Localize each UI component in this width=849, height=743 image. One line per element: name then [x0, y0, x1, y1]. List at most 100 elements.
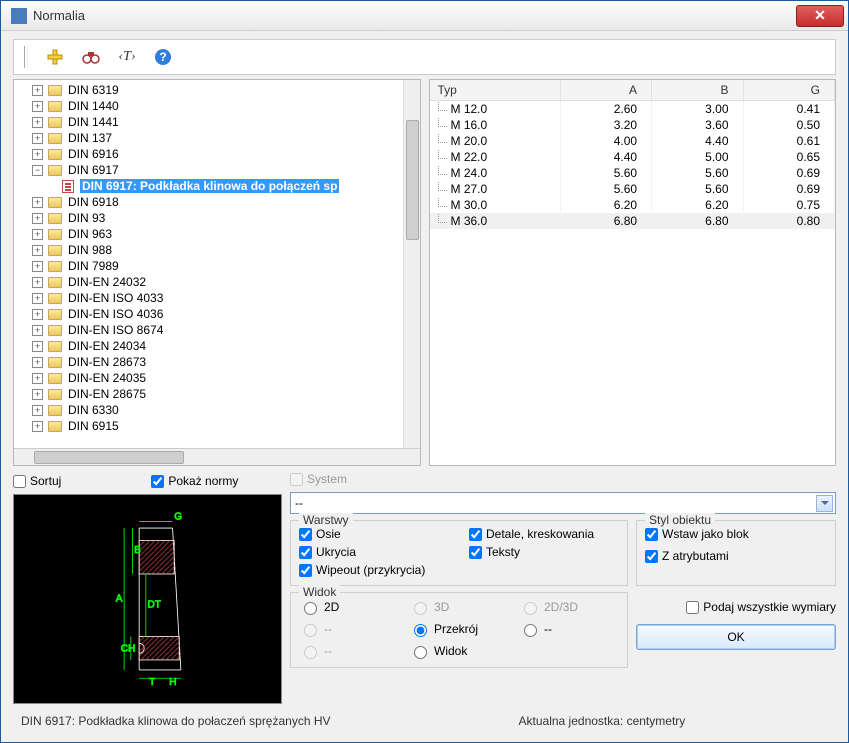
tree-node[interactable]: +DIN 137	[18, 130, 420, 146]
insert-block-checkbox[interactable]: Wstaw jako blok	[645, 527, 827, 541]
tree-leaf[interactable]: DIN 6917: Podkładka klinowa do połączeń …	[18, 178, 420, 194]
expand-icon[interactable]: +	[32, 373, 43, 384]
col-typ[interactable]: Typ	[430, 80, 561, 101]
table-row[interactable]: M 30.06.206.200.75	[430, 197, 835, 213]
tree-node[interactable]: +DIN-EN 24032	[18, 274, 420, 290]
tree-node[interactable]: +DIN-EN 24034	[18, 338, 420, 354]
show-norms-checkbox[interactable]: Pokaż normy	[151, 474, 238, 488]
show-norms-label: Pokaż normy	[168, 474, 238, 488]
text-style-icon[interactable]: ‹T›	[118, 48, 136, 66]
expand-icon[interactable]: +	[32, 85, 43, 96]
layer-checkbox[interactable]: Teksty	[469, 545, 619, 559]
expand-icon[interactable]: +	[32, 421, 43, 432]
tree-node[interactable]: +DIN-EN 28673	[18, 354, 420, 370]
tree-node-label: DIN 6918	[68, 195, 119, 209]
content-area: +DIN 6319+DIN 1440+DIN 1441+DIN 137+DIN …	[1, 79, 848, 742]
tree-node[interactable]: +DIN-EN ISO 8674	[18, 322, 420, 338]
with-attributes-checkbox[interactable]: Z atrybutami	[645, 549, 827, 563]
table-row[interactable]: M 20.04.004.400.61	[430, 133, 835, 149]
tree-options-row: Sortuj Pokaż normy	[13, 472, 282, 490]
tree-node[interactable]: +DIN 1440	[18, 98, 420, 114]
expand-icon[interactable]: +	[32, 309, 43, 320]
col-b[interactable]: B	[652, 80, 743, 101]
binoculars-icon[interactable]	[82, 48, 100, 66]
tree-node-label: DIN 6917	[68, 163, 119, 177]
tree-node-label: DIN 7989	[68, 259, 119, 273]
expand-icon[interactable]: +	[32, 405, 43, 416]
tree-node[interactable]: + DIN-EN 28675	[18, 386, 420, 402]
expand-icon[interactable]: +	[32, 117, 43, 128]
tree-horizontal-scrollbar[interactable]	[14, 448, 420, 465]
col-g[interactable]: G	[743, 80, 834, 101]
svg-text:DT: DT	[148, 599, 161, 610]
tree-vertical-scrollbar[interactable]	[403, 80, 420, 448]
sort-checkbox[interactable]: Sortuj	[13, 474, 61, 488]
view-radio[interactable]: Przekrój	[409, 621, 509, 637]
layer-checkbox[interactable]: Wipeout (przykrycia)	[299, 563, 449, 577]
table-row[interactable]: M 22.04.405.000.65	[430, 149, 835, 165]
view-radio: 3D	[409, 599, 509, 615]
layer-checkbox[interactable]: Detale, kreskowania	[469, 527, 619, 541]
view-radio[interactable]: --	[519, 621, 619, 637]
tree-node[interactable]: +DIN 6319	[18, 82, 420, 98]
expand-icon[interactable]: +	[32, 277, 43, 288]
tree-scroll[interactable]: +DIN 6319+DIN 1440+DIN 1441+DIN 137+DIN …	[14, 80, 420, 448]
tree-node[interactable]: + DIN-EN 24035	[18, 370, 420, 386]
tree-node[interactable]: +DIN 6330	[18, 402, 420, 418]
expand-icon[interactable]: +	[32, 293, 43, 304]
ok-button[interactable]: OK	[636, 624, 836, 650]
tree-node-label: DIN 6916	[68, 147, 119, 161]
svg-text:A: A	[116, 594, 123, 605]
expand-icon[interactable]: +	[32, 261, 43, 272]
tree-node[interactable]: + DIN 6916	[18, 146, 420, 162]
expand-icon[interactable]: +	[32, 197, 43, 208]
table-row[interactable]: M 12.02.603.000.41	[430, 101, 835, 118]
col-a[interactable]: A	[560, 80, 651, 101]
tree-node[interactable]: +DIN-EN ISO 4036	[18, 306, 420, 322]
expand-icon[interactable]: +	[32, 149, 43, 160]
tree-node[interactable]: + DIN 6918	[18, 194, 420, 210]
help-icon[interactable]: ?	[154, 48, 172, 66]
add-icon[interactable]	[46, 48, 64, 66]
expand-icon[interactable]: −	[32, 165, 43, 176]
tree-node-label: DIN-EN 28675	[68, 387, 146, 401]
layer-checkbox[interactable]: Osie	[299, 527, 449, 541]
folder-icon	[48, 165, 62, 176]
all-dimensions-checkbox[interactable]: Podaj wszystkie wymiary	[686, 600, 836, 614]
expand-icon[interactable]: +	[32, 357, 43, 368]
right-column: System -- Warstwy OsieDetale, kreskowani…	[290, 472, 836, 704]
expand-icon[interactable]: +	[32, 245, 43, 256]
close-button[interactable]: ✕	[796, 5, 844, 27]
expand-icon[interactable]: +	[32, 213, 43, 224]
table-row[interactable]: M 16.03.203.600.50	[430, 117, 835, 133]
expand-icon[interactable]: +	[32, 229, 43, 240]
expand-icon[interactable]: +	[32, 341, 43, 352]
table-row[interactable]: M 24.05.605.600.69	[430, 165, 835, 181]
tree-node-label: DIN-EN 24035	[68, 371, 146, 385]
tree-node[interactable]: − DIN 6917	[18, 162, 420, 178]
expand-icon[interactable]: +	[32, 101, 43, 112]
system-checkbox[interactable]: System	[290, 472, 836, 486]
layer-checkbox[interactable]: Ukrycia	[299, 545, 449, 559]
expand-icon[interactable]: +	[32, 325, 43, 336]
folder-icon	[48, 101, 62, 112]
tree-node[interactable]: +DIN-EN ISO 4033	[18, 290, 420, 306]
view-radio[interactable]: 2D	[299, 599, 399, 615]
table-row[interactable]: M 27.05.605.600.69	[430, 181, 835, 197]
table-panel: Typ A B G M 12.02.603.000.41M 16.03.203.…	[429, 79, 837, 466]
view-radio[interactable]: Widok	[409, 643, 509, 659]
tree-node[interactable]: +DIN 6915	[18, 418, 420, 434]
tree-node[interactable]: + DIN 7989	[18, 258, 420, 274]
upper-row: +DIN 6319+DIN 1440+DIN 1441+DIN 137+DIN …	[13, 79, 836, 466]
tree-node[interactable]: +DIN 93	[18, 210, 420, 226]
tree-node[interactable]: +DIN 988	[18, 242, 420, 258]
tree-node[interactable]: +DIN 963	[18, 226, 420, 242]
tree-leaf-label: DIN 6917: Podkładka klinowa do połączeń …	[80, 179, 339, 193]
expand-icon[interactable]: +	[32, 133, 43, 144]
table-row[interactable]: M 36.06.806.800.80	[430, 213, 835, 229]
drawing-preview: G A B DT CH T H	[13, 494, 282, 704]
expand-icon[interactable]: +	[32, 389, 43, 400]
tree-node[interactable]: +DIN 1441	[18, 114, 420, 130]
system-combo[interactable]: --	[290, 492, 836, 514]
folder-icon	[48, 341, 62, 352]
